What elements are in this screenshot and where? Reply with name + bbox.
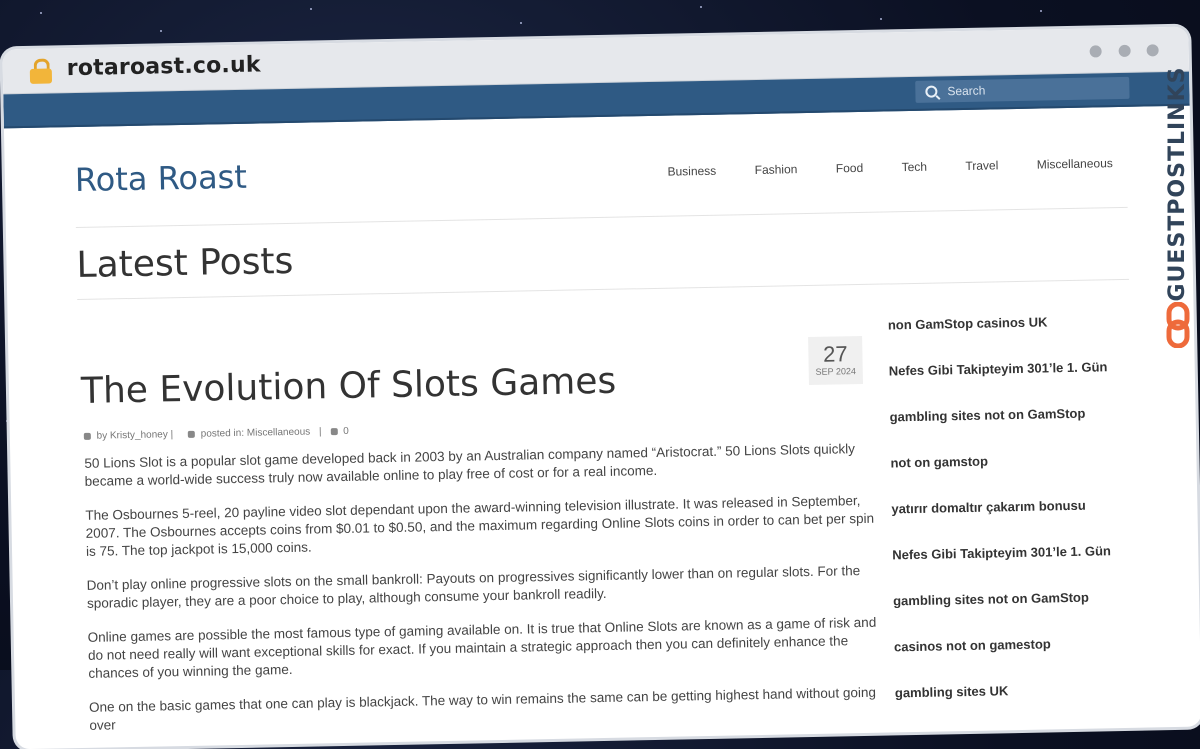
nav-item-tech[interactable]: Tech: [901, 160, 927, 174]
nav-item-travel[interactable]: Travel: [965, 158, 998, 173]
sidebar-link[interactable]: Nefes Gibi Takipteyim 301’le 1. Gün: [889, 358, 1130, 409]
browser-window: rotaroast.co.uk Search Rota Roast Busine…: [2, 26, 1200, 749]
post-paragraph: 50 Lions Slot is a popular slot game dev…: [84, 441, 856, 489]
post-paragraph: Online games are possible the most famou…: [87, 614, 877, 681]
chain-link-icon: [1166, 302, 1190, 348]
post-paragraph: Don’t play online progressive slots on t…: [86, 563, 861, 611]
nav-item-miscellaneous[interactable]: Miscellaneous: [1037, 156, 1113, 171]
nav-item-business[interactable]: Business: [667, 164, 716, 179]
guestpostlinks-badge: GUESTPOSTLINKS: [1160, 56, 1196, 356]
page-title: Latest Posts: [76, 240, 294, 287]
window-controls: [1078, 43, 1159, 63]
comment-icon: [330, 427, 338, 436]
post-author[interactable]: by Kristy_honey |: [97, 429, 174, 441]
sidebar-link[interactable]: Nefes Gibi Takipteyim 301’le 1. Gün: [892, 542, 1133, 593]
window-dot[interactable]: [1146, 44, 1159, 57]
main-nav: Business Fashion Food Tech Travel Miscel…: [633, 154, 1113, 181]
window-dot[interactable]: [1118, 44, 1131, 57]
post-paragraph: One on the basic games that one can play…: [88, 684, 877, 733]
search-placeholder: Search: [947, 83, 986, 99]
site-logo[interactable]: Rota Roast: [75, 158, 248, 199]
post-body: 50 Lions Slot is a popular slot game dev…: [84, 440, 880, 749]
divider: [75, 206, 1128, 229]
search-icon[interactable]: [925, 85, 938, 98]
post-date-day: 27: [822, 341, 848, 367]
sidebar-link[interactable]: not on gamstop: [890, 450, 1131, 501]
post-comments-count[interactable]: 0: [343, 426, 349, 437]
post-title[interactable]: The Evolution Of Slots Games: [81, 361, 617, 412]
post-category-prefix: posted in:: [200, 427, 245, 440]
sidebar-links: non GamStop casinos UK Nefes Gibi Takipt…: [888, 312, 1136, 731]
post-meta: by Kristy_honey | posted in: Miscellaneo…: [83, 426, 349, 442]
post-date-badge: 27 SEP 2024: [808, 335, 863, 385]
badge-text: GUESTPOSTLINKS: [1165, 66, 1190, 302]
window-dot[interactable]: [1089, 45, 1102, 58]
browser-frame: rotaroast.co.uk Search Rota Roast Busine…: [0, 0, 1200, 749]
search-input[interactable]: Search: [915, 76, 1130, 103]
sidebar-link[interactable]: yatırır domaltır çakarım bonusu: [891, 496, 1132, 547]
post-category[interactable]: Miscellaneous: [247, 427, 311, 439]
sidebar-link[interactable]: non GamStop casinos UK: [888, 312, 1129, 363]
nav-item-food[interactable]: Food: [836, 161, 864, 176]
sidebar-link[interactable]: gambling sites not on GamStop: [889, 404, 1130, 455]
post-paragraph: The Osbournes 5-reel, 20 payline video s…: [85, 493, 875, 559]
sidebar-link[interactable]: gambling sites not on GamStop: [893, 588, 1134, 639]
user-icon: [83, 432, 91, 440]
sidebar-link[interactable]: casinos not on gamestop: [894, 634, 1135, 685]
post-date-month: SEP 2024: [815, 366, 857, 377]
nav-item-fashion[interactable]: Fashion: [755, 162, 798, 177]
url-text[interactable]: rotaroast.co.uk: [67, 52, 261, 81]
sidebar-link[interactable]: gambling sites UK: [895, 680, 1136, 731]
folder-icon: [187, 430, 195, 438]
lock-icon: [29, 58, 53, 84]
